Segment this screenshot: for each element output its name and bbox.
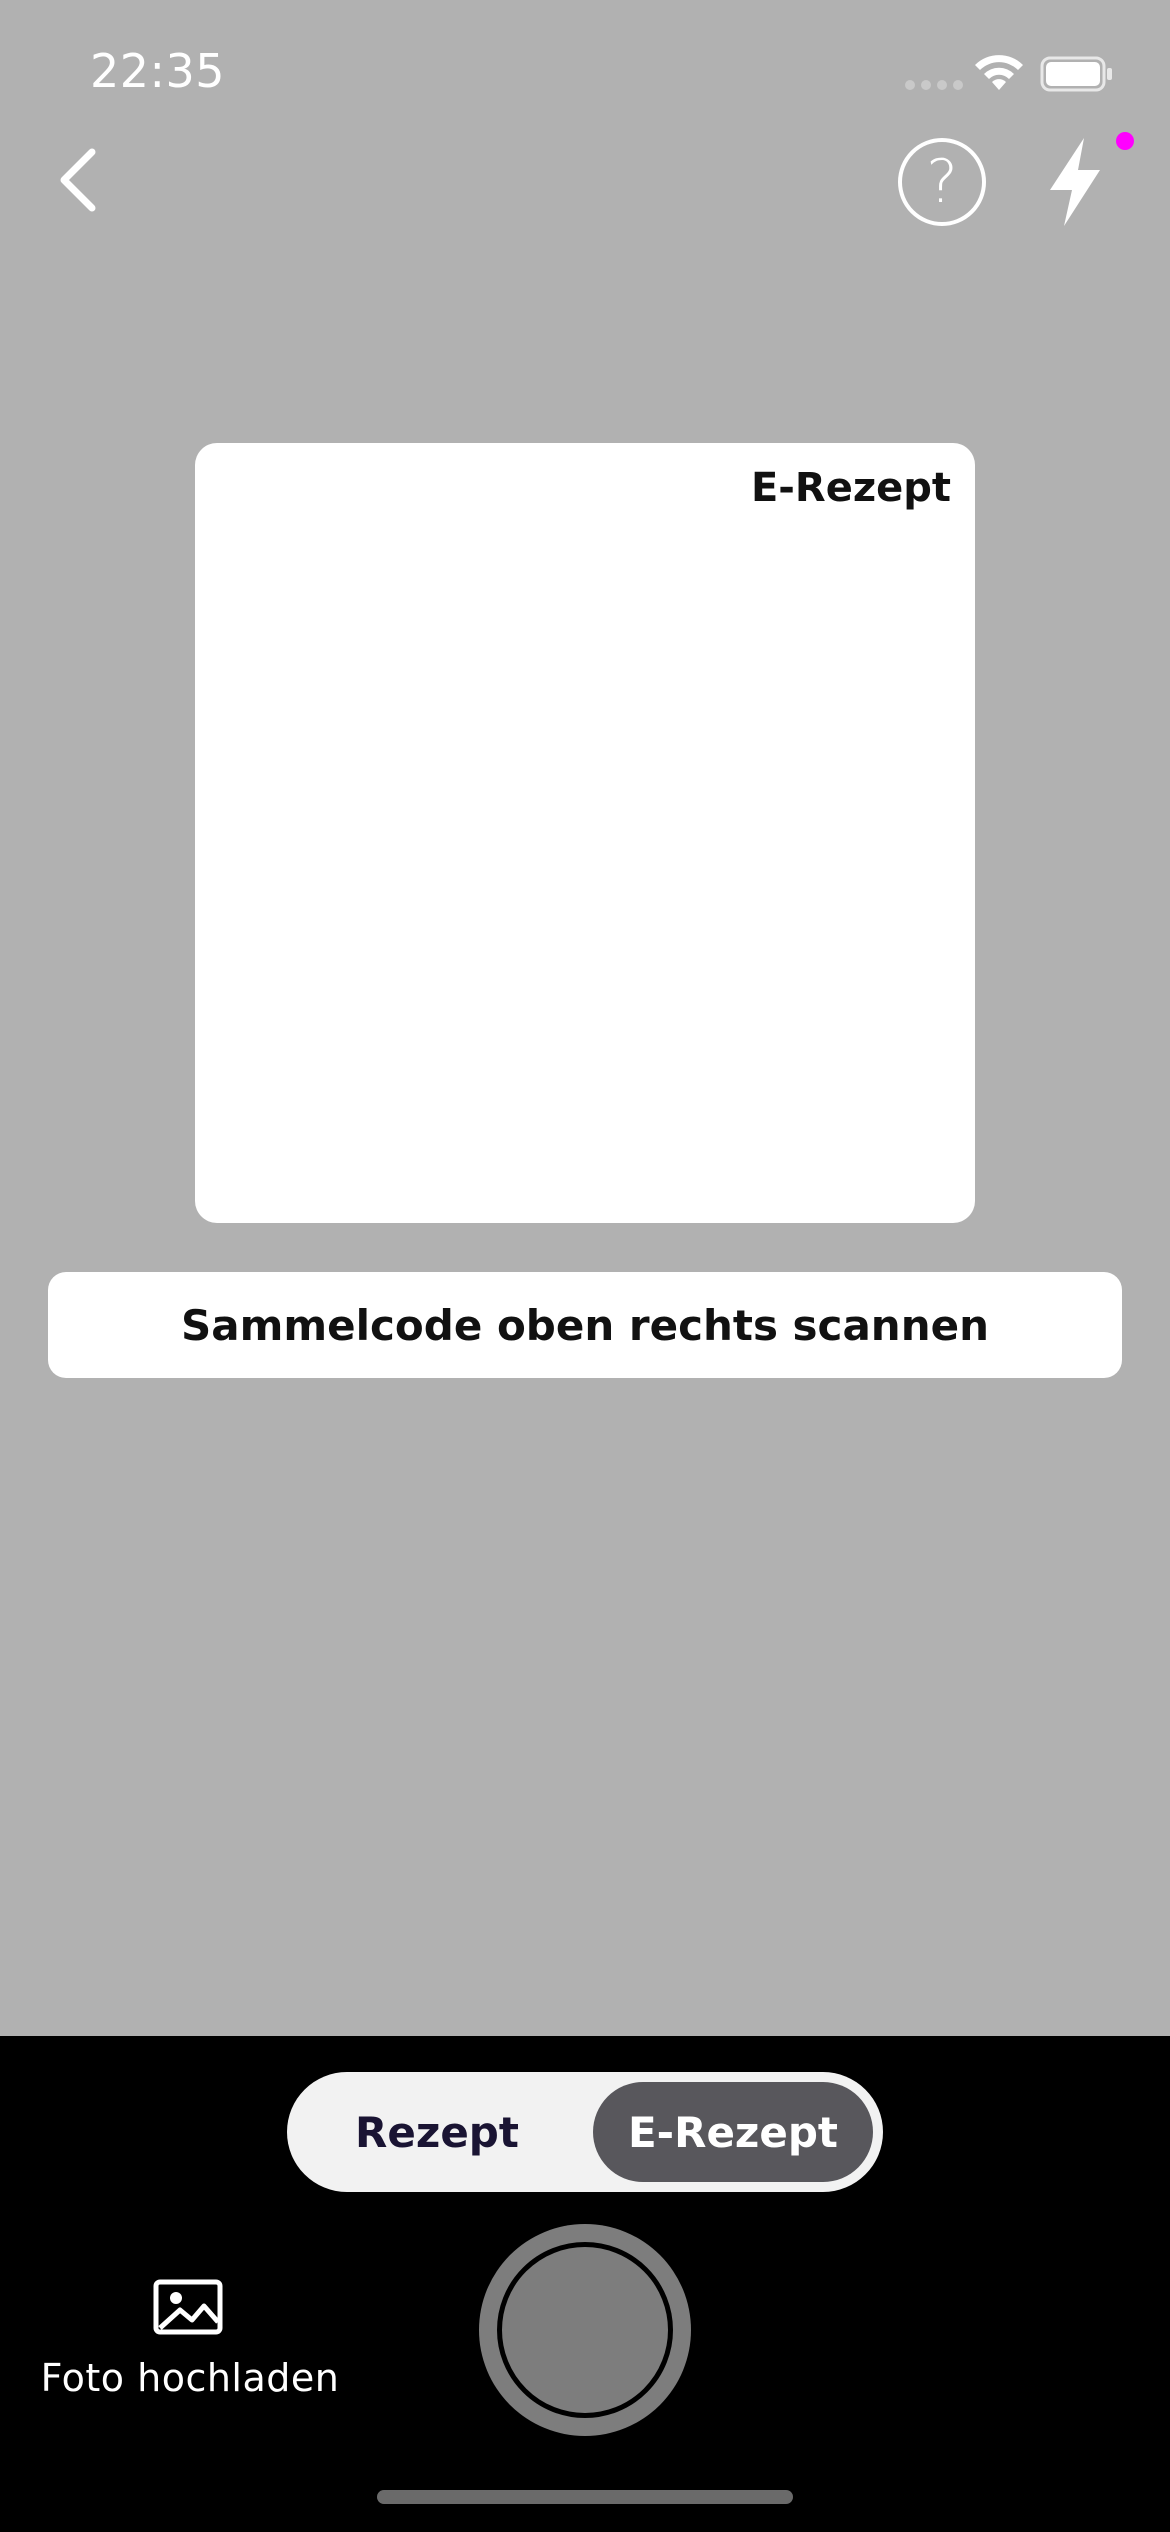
home-indicator <box>377 2490 793 2504</box>
status-time: 22:35 <box>90 44 226 98</box>
battery-icon <box>1040 56 1112 92</box>
flash-toggle-button[interactable] <box>1040 134 1110 230</box>
question-circle-icon: ? <box>926 147 958 217</box>
signal-icon <box>905 80 963 90</box>
mode-rezept-tab[interactable]: Rezept <box>297 2082 577 2182</box>
camera-scan-screen: 22:35 ? E-Rezept Sammelcode oben rechts … <box>0 0 1170 2532</box>
image-icon <box>153 2279 223 2335</box>
mode-erezept-label: E-Rezept <box>627 2107 839 2157</box>
scan-frame-label: E-Rezept <box>750 465 951 511</box>
back-button[interactable] <box>50 140 110 220</box>
scan-hint-text: Sammelcode oben rechts scannen <box>181 1300 989 1350</box>
scan-frame: E-Rezept <box>195 443 975 1223</box>
mode-rezept-label: Rezept <box>355 2107 519 2157</box>
upload-photo-label: Foto hochladen <box>40 2356 340 2400</box>
shutter-inner <box>497 2242 673 2418</box>
upload-photo-button[interactable]: Foto hochladen <box>40 2270 340 2410</box>
lightning-icon <box>1050 138 1100 226</box>
chevron-left-icon <box>60 148 96 212</box>
mode-erezept-tab[interactable]: E-Rezept <box>593 2082 873 2182</box>
help-button[interactable]: ? <box>898 138 986 226</box>
shutter-button[interactable] <box>479 2224 691 2436</box>
mode-toggle: Rezept E-Rezept <box>287 2072 883 2192</box>
scan-hint: Sammelcode oben rechts scannen <box>48 1272 1122 1378</box>
notification-dot <box>1116 132 1134 150</box>
wifi-icon <box>975 55 1023 90</box>
